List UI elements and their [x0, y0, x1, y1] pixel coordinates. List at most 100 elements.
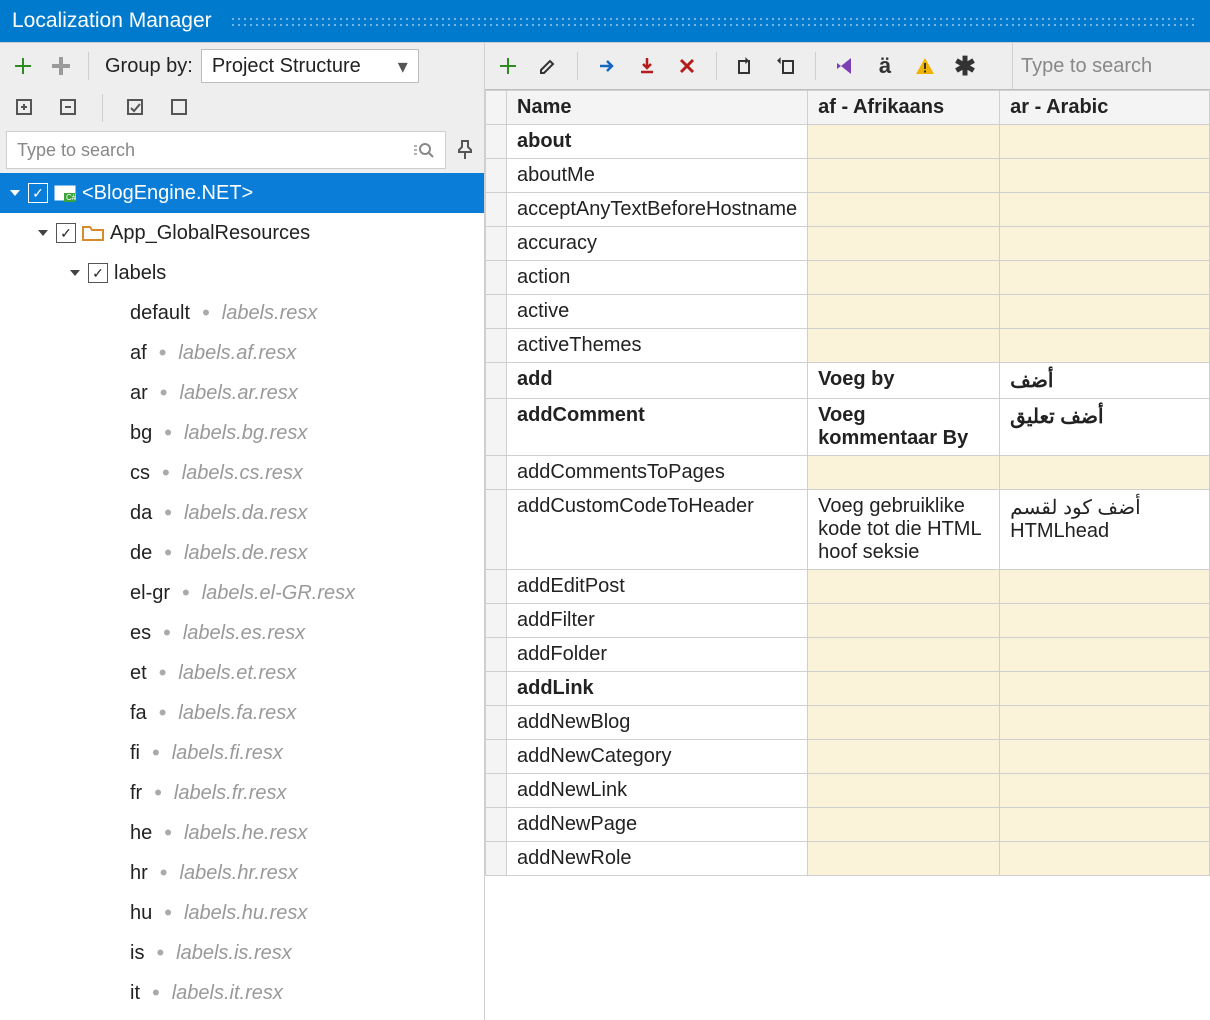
tree-file-node[interactable]: de•labels.de.resx [0, 533, 484, 573]
table-row[interactable]: addNewPage [486, 808, 1210, 842]
cell-af[interactable] [808, 570, 1000, 604]
delete-icon[interactable] [672, 51, 702, 81]
table-row[interactable]: addLink [486, 672, 1210, 706]
expander-icon[interactable] [8, 186, 22, 200]
cell-ar[interactable] [1000, 570, 1210, 604]
tree-folder-node[interactable]: ✓ App_GlobalResources [0, 213, 484, 253]
tree-file-node[interactable]: el-gr•labels.el-GR.resx [0, 573, 484, 613]
cell-name[interactable]: addNewPage [507, 808, 808, 842]
table-row[interactable]: active [486, 295, 1210, 329]
tree-file-node[interactable]: af•labels.af.resx [0, 333, 484, 373]
cell-name[interactable]: addCustomCodeToHeader [507, 490, 808, 570]
cell-ar[interactable] [1000, 672, 1210, 706]
titlebar-grip[interactable] [230, 14, 1198, 28]
add-outline-icon[interactable] [46, 51, 76, 81]
cell-af[interactable] [808, 638, 1000, 672]
cell-af[interactable] [808, 193, 1000, 227]
cell-af[interactable] [808, 329, 1000, 363]
cell-ar[interactable]: أضف كود لقسم HTMLhead [1000, 490, 1210, 570]
add-icon[interactable] [8, 51, 38, 81]
warning-icon[interactable] [910, 51, 940, 81]
cell-af[interactable] [808, 842, 1000, 876]
cell-name[interactable]: addComment [507, 399, 808, 456]
tree-checkbox[interactable]: ✓ [56, 223, 76, 243]
cell-name[interactable]: add [507, 363, 808, 399]
table-row[interactable]: addNewCategory [486, 740, 1210, 774]
cell-af[interactable] [808, 706, 1000, 740]
table-row[interactable]: aboutMe [486, 159, 1210, 193]
cell-ar[interactable] [1000, 808, 1210, 842]
cell-name[interactable]: accuracy [507, 227, 808, 261]
tree-file-node[interactable]: fa•labels.fa.resx [0, 693, 484, 733]
tree-file-node[interactable]: is•labels.is.resx [0, 933, 484, 973]
cell-name[interactable]: addLink [507, 672, 808, 706]
cell-ar[interactable]: أضف [1000, 363, 1210, 399]
cell-name[interactable]: addFolder [507, 638, 808, 672]
cell-ar[interactable] [1000, 706, 1210, 740]
cell-name[interactable]: about [507, 125, 808, 159]
tree-project-node[interactable]: ✓ C# <BlogEngine.NET> [0, 173, 484, 213]
tree-file-node[interactable]: cs•labels.cs.resx [0, 453, 484, 493]
cell-ar[interactable] [1000, 456, 1210, 490]
cell-name[interactable]: acceptAnyTextBeforeHostname [507, 193, 808, 227]
cell-af[interactable] [808, 808, 1000, 842]
cell-af[interactable] [808, 227, 1000, 261]
asterisk-icon[interactable]: ✱ [950, 51, 980, 81]
left-search-input[interactable]: Type to search [6, 131, 446, 169]
cell-af[interactable] [808, 125, 1000, 159]
tree-file-node[interactable]: da•labels.da.resx [0, 493, 484, 533]
cell-af[interactable] [808, 261, 1000, 295]
cell-af[interactable]: Voeg kommentaar By [808, 399, 1000, 456]
cell-af[interactable] [808, 159, 1000, 193]
tree-checkbox[interactable]: ✓ [28, 183, 48, 203]
expander-icon[interactable] [68, 266, 82, 280]
table-row[interactable]: activeThemes [486, 329, 1210, 363]
table-row[interactable]: accuracy [486, 227, 1210, 261]
tree-file-node[interactable]: hr•labels.hr.resx [0, 853, 484, 893]
cell-af[interactable] [808, 456, 1000, 490]
cell-name[interactable]: addNewCategory [507, 740, 808, 774]
tree-file-node[interactable]: he•labels.he.resx [0, 813, 484, 853]
table-row[interactable]: addNewRole [486, 842, 1210, 876]
cell-name[interactable]: addFilter [507, 604, 808, 638]
cell-ar[interactable] [1000, 774, 1210, 808]
cell-af[interactable]: Voeg gebruiklike kode tot die HTML hoof … [808, 490, 1000, 570]
expander-icon[interactable] [36, 226, 50, 240]
cell-name[interactable]: active [507, 295, 808, 329]
table-row[interactable]: addCommentVoeg kommentaar Byأضف تعليق [486, 399, 1210, 456]
cell-ar[interactable] [1000, 193, 1210, 227]
cell-ar[interactable] [1000, 740, 1210, 774]
table-row[interactable]: acceptAnyTextBeforeHostname [486, 193, 1210, 227]
cell-ar[interactable] [1000, 261, 1210, 295]
tree-file-node[interactable]: fi•labels.fi.resx [0, 733, 484, 773]
column-header-name[interactable]: Name [507, 91, 808, 125]
tree-file-node[interactable]: hu•labels.hu.resx [0, 893, 484, 933]
cell-ar[interactable] [1000, 227, 1210, 261]
cell-name[interactable]: activeThemes [507, 329, 808, 363]
tree-file-node[interactable]: es•labels.es.resx [0, 613, 484, 653]
right-search-input[interactable]: Type to search [1012, 43, 1202, 89]
cell-name[interactable]: addNewLink [507, 774, 808, 808]
cell-af[interactable]: Voeg by [808, 363, 1000, 399]
cell-ar[interactable] [1000, 842, 1210, 876]
pin-icon[interactable] [452, 140, 478, 160]
table-row[interactable]: addFolder [486, 638, 1210, 672]
column-header-af[interactable]: af - Afrikaans [808, 91, 1000, 125]
cell-ar[interactable] [1000, 329, 1210, 363]
add-row-icon[interactable] [493, 51, 523, 81]
tree-file-node[interactable]: ar•labels.ar.resx [0, 373, 484, 413]
cell-name[interactable]: aboutMe [507, 159, 808, 193]
collapse-all-icon[interactable] [54, 93, 84, 123]
tree-file-node[interactable]: bg•labels.bg.resx [0, 413, 484, 453]
export-out-icon[interactable] [731, 51, 761, 81]
table-row[interactable]: addVoeg byأضف [486, 363, 1210, 399]
cell-af[interactable] [808, 295, 1000, 329]
cell-ar[interactable] [1000, 125, 1210, 159]
visual-studio-icon[interactable] [830, 51, 860, 81]
check-all-icon[interactable] [121, 93, 151, 123]
import-in-icon[interactable] [771, 51, 801, 81]
table-row[interactable]: addCommentsToPages [486, 456, 1210, 490]
table-row[interactable]: addEditPost [486, 570, 1210, 604]
table-row[interactable]: addFilter [486, 604, 1210, 638]
cell-ar[interactable] [1000, 159, 1210, 193]
